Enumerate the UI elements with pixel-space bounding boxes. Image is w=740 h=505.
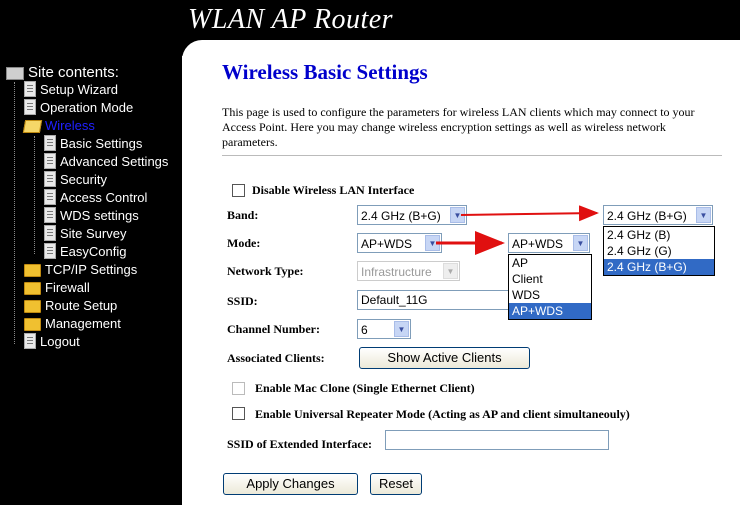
mode-option-selected[interactable]: AP+WDS — [509, 303, 591, 319]
mode-option[interactable]: Client — [509, 271, 591, 287]
sidebar-item-security[interactable]: Security — [44, 171, 107, 189]
chevron-down-icon: ▼ — [425, 235, 440, 251]
chevron-down-icon: ▼ — [394, 321, 409, 337]
band-label: Band: — [227, 208, 259, 222]
repeater-label: Enable Universal Repeater Mode (Acting a… — [255, 407, 630, 421]
ssid-extended-label: SSID of Extended Interface: — [227, 437, 372, 451]
sidebar-item-management[interactable]: Management — [24, 315, 121, 333]
document-icon — [44, 153, 56, 169]
document-icon — [24, 99, 36, 115]
sidebar-item-wds-settings[interactable]: WDS settings — [44, 207, 139, 225]
associated-clients-label: Associated Clients: — [227, 351, 325, 365]
reset-button[interactable]: Reset — [370, 473, 422, 495]
disable-wlan-checkbox[interactable] — [232, 184, 245, 197]
mode-options-list: AP Client WDS AP+WDS — [508, 254, 592, 320]
show-active-clients-button[interactable]: Show Active Clients — [359, 347, 530, 369]
band-select[interactable]: 2.4 GHz (B+G) ▼ — [357, 205, 467, 225]
sidebar-item-site-survey[interactable]: Site Survey — [44, 225, 126, 243]
page-description: This page is used to configure the param… — [222, 105, 695, 149]
chevron-down-icon: ▼ — [450, 207, 465, 223]
sidebar-item-setup-wizard[interactable]: Setup Wizard — [24, 81, 118, 99]
sidebar-item-operation-mode[interactable]: Operation Mode — [24, 99, 133, 117]
document-icon — [24, 81, 36, 97]
repeater-checkbox[interactable] — [232, 407, 245, 420]
network-type-select[interactable]: Infrastructure ▼ — [357, 261, 460, 281]
sidebar-item-wireless[interactable]: Wireless — [22, 117, 95, 135]
chevron-down-icon: ▼ — [573, 235, 588, 251]
sidebar-item-tcpip-settings[interactable]: TCP/IP Settings — [24, 261, 137, 279]
mode-option[interactable]: AP — [509, 255, 591, 271]
band-option-selected[interactable]: 2.4 GHz (B+G) — [604, 259, 714, 275]
app-title: WLAN AP Router — [188, 4, 394, 35]
document-icon — [44, 225, 56, 241]
chevron-down-icon: ▼ — [696, 207, 711, 223]
channel-number-label: Channel Number: — [227, 322, 321, 336]
sidebar-item-firewall[interactable]: Firewall — [24, 279, 90, 297]
tree-line — [14, 82, 15, 344]
document-icon — [44, 243, 56, 259]
main-content: Wireless Basic Settings This page is use… — [182, 56, 740, 505]
sidebar-item-basic-settings[interactable]: Basic Settings — [44, 135, 142, 153]
sidebar-item-easyconfig[interactable]: EasyConfig — [44, 243, 126, 261]
mac-clone-label: Enable Mac Clone (Single Ethernet Client… — [255, 381, 475, 395]
open-folder-icon — [22, 120, 43, 133]
network-type-label: Network Type: — [227, 264, 304, 278]
sidebar-item-advanced-settings[interactable]: Advanced Settings — [44, 153, 168, 171]
computer-icon — [6, 67, 24, 80]
folder-icon — [24, 264, 41, 277]
mode-select-expanded[interactable]: AP+WDS ▼ — [508, 233, 590, 253]
sidebar-item-access-control[interactable]: Access Control — [44, 189, 147, 207]
mac-clone-checkbox[interactable] — [232, 382, 245, 395]
disable-wlan-label: Disable Wireless LAN Interface — [252, 183, 415, 197]
ssid-extended-input[interactable] — [385, 430, 609, 450]
document-icon — [44, 135, 56, 151]
mode-select[interactable]: AP+WDS ▼ — [357, 233, 442, 253]
divider — [222, 155, 722, 156]
band-select-expanded[interactable]: 2.4 GHz (B+G) ▼ — [603, 205, 713, 225]
band-option[interactable]: 2.4 GHz (B) — [604, 227, 714, 243]
apply-changes-button[interactable]: Apply Changes — [223, 473, 358, 495]
chevron-down-icon: ▼ — [443, 263, 458, 279]
site-tree: Site contents: Setup Wizard Operation Mo… — [0, 56, 182, 505]
sidebar-item-logout[interactable]: Logout — [24, 333, 80, 351]
ssid-input[interactable]: Default_11G — [357, 290, 522, 310]
folder-icon — [24, 318, 41, 331]
document-icon — [44, 189, 56, 205]
channel-select[interactable]: 6 ▼ — [357, 319, 411, 339]
ssid-label: SSID: — [227, 294, 258, 308]
sidebar: Site contents: Setup Wizard Operation Mo… — [0, 56, 182, 505]
folder-icon — [24, 282, 41, 295]
page-title: Wireless Basic Settings — [222, 60, 428, 84]
band-options-list: 2.4 GHz (B) 2.4 GHz (G) 2.4 GHz (B+G) — [603, 226, 715, 276]
mode-option[interactable]: WDS — [509, 287, 591, 303]
folder-icon — [24, 300, 41, 313]
tree-line — [34, 136, 35, 254]
sidebar-root: Site contents: — [6, 64, 119, 82]
document-icon — [44, 171, 56, 187]
sidebar-item-route-setup[interactable]: Route Setup — [24, 297, 117, 315]
document-icon — [44, 207, 56, 223]
document-icon — [24, 333, 36, 349]
mode-label: Mode: — [227, 236, 261, 250]
band-option[interactable]: 2.4 GHz (G) — [604, 243, 714, 259]
